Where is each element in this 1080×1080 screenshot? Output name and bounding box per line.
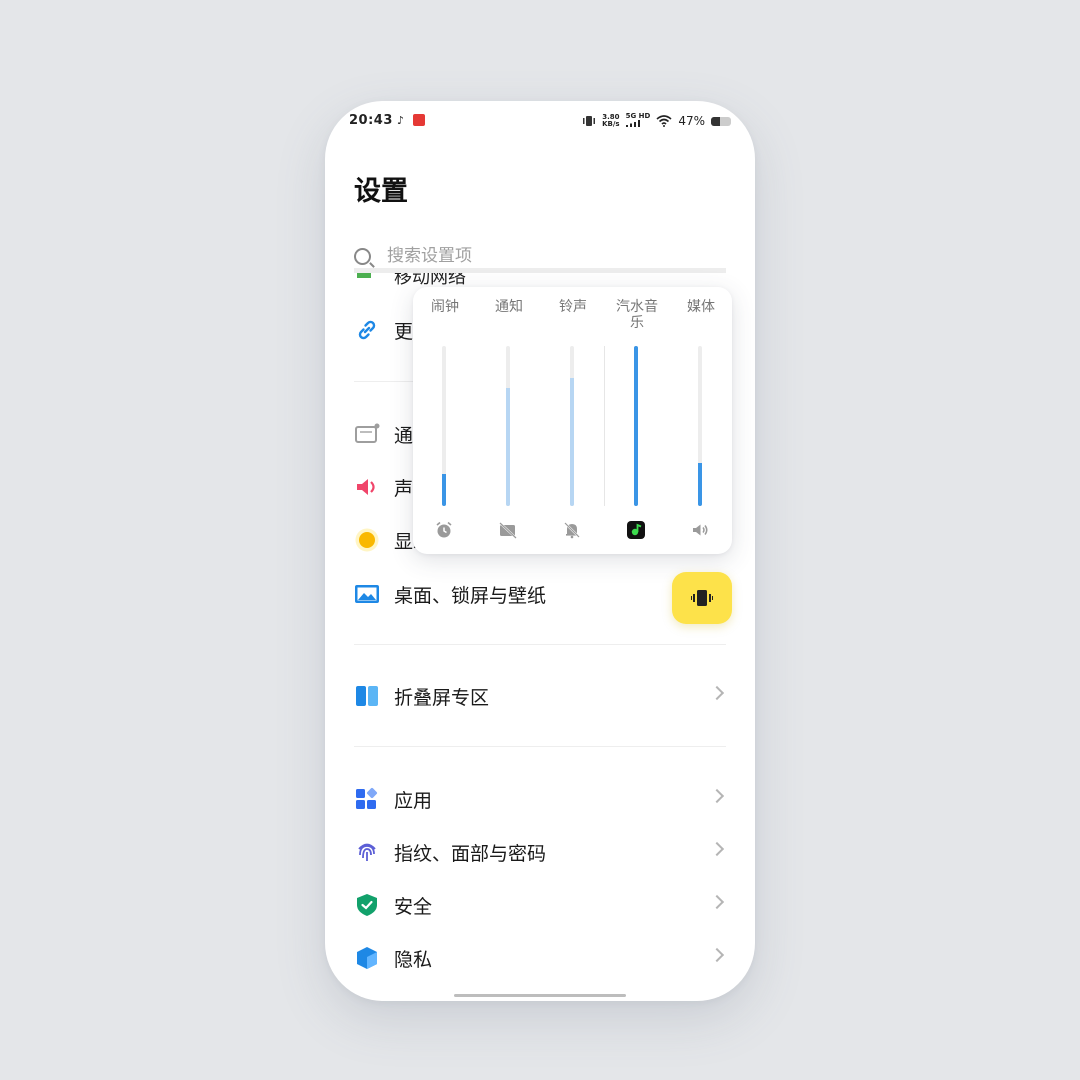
wifi-icon — [656, 115, 672, 127]
mobile-network-icon — [357, 273, 371, 278]
volume-panel: 闹钟 通知 铃声 汽水音乐 媒体 — [413, 287, 732, 554]
settings-item-label: 应用 — [394, 789, 433, 812]
volume-level — [506, 387, 510, 506]
music-note-icon: ♪ — [397, 114, 405, 127]
chevron-right-icon — [709, 685, 725, 701]
section-divider — [354, 644, 726, 645]
settings-item-privacy[interactable]: 隐私 — [354, 938, 726, 978]
battery-fill — [711, 116, 721, 126]
settings-item-foldable[interactable]: 折叠屏专区 — [354, 676, 726, 716]
network-speed: 3.80 KB/s — [602, 114, 619, 128]
chevron-right-icon — [709, 841, 725, 857]
volume-level — [634, 346, 638, 506]
volume-channel-media[interactable]: 媒体 — [669, 287, 733, 554]
volume-channel-qishui-music[interactable]: 汽水音乐 — [605, 287, 669, 554]
bell-muted-icon — [563, 521, 581, 539]
fingerprint-icon — [354, 839, 380, 865]
volume-level — [442, 474, 446, 506]
settings-item-label: 指纹、面部与密码 — [394, 842, 547, 865]
battery-icon — [711, 116, 731, 126]
volume-channel-ringtone[interactable]: 铃声 — [541, 287, 605, 554]
home-indicator[interactable] — [454, 994, 626, 997]
volume-channel-label: 铃声 — [559, 299, 587, 315]
settings-item-mobile-network-partial[interactable]: 移动网络 — [354, 273, 554, 287]
volume-channel-notification[interactable]: 通知 — [477, 287, 541, 554]
volume-channel-alarm[interactable]: 闹钟 — [413, 287, 477, 554]
vibrate-icon — [691, 590, 713, 606]
settings-item-label: 桌面、锁屏与壁纸 — [394, 584, 547, 607]
signal-indicator: 5G HD — [625, 112, 651, 129]
settings-item-security[interactable]: 安全 — [354, 885, 726, 925]
settings-item-label: 安全 — [394, 895, 433, 918]
volume-slider[interactable] — [442, 346, 446, 506]
sound-icon — [354, 474, 380, 500]
qishui-music-app-icon — [627, 521, 645, 539]
status-time: 20:43 — [349, 113, 393, 128]
volume-slider[interactable] — [698, 346, 702, 506]
volume-channel-label: 汽水音乐 — [616, 299, 658, 331]
foldable-screen-icon — [354, 683, 380, 709]
settings-item-label: 移动网络 — [394, 273, 466, 287]
settings-item-label: 折叠屏专区 — [394, 686, 490, 709]
brightness-icon — [354, 527, 380, 553]
signal-label: 5G HD — [625, 112, 651, 120]
vibrate-status-icon — [583, 116, 596, 126]
network-speed-unit: KB/s — [602, 120, 620, 128]
volume-channel-label: 闹钟 — [431, 299, 459, 315]
notification-muted-icon — [499, 521, 517, 539]
volume-level — [698, 462, 702, 506]
notification-icon — [354, 421, 380, 447]
chevron-right-icon — [709, 788, 725, 804]
settings-item-apps[interactable]: 应用 — [354, 779, 726, 819]
settings-item-desktop-wallpaper[interactable]: 桌面、锁屏与壁纸 — [354, 574, 726, 614]
battery-percent: 47% — [678, 114, 705, 128]
page-title: 设置 — [354, 176, 408, 207]
alarm-clock-icon — [435, 521, 453, 539]
status-bar: 20:43 ♪ 3.80 KB/s 5G HD 47% — [325, 101, 755, 141]
volume-channel-label: 媒体 — [687, 299, 715, 315]
settings-item-biometrics[interactable]: 指纹、面部与密码 — [354, 832, 726, 872]
search-input[interactable] — [387, 246, 687, 266]
apps-icon — [354, 786, 380, 812]
volume-slider[interactable] — [570, 346, 574, 506]
signal-bars-icon — [625, 120, 640, 127]
ringer-mode-vibrate-button[interactable] — [672, 572, 732, 624]
search-icon — [354, 247, 371, 265]
volume-level — [570, 378, 574, 506]
volume-slider[interactable] — [506, 346, 510, 506]
speaker-icon — [691, 521, 709, 539]
chevron-right-icon — [709, 947, 725, 963]
settings-item-label: 隐私 — [394, 948, 433, 971]
section-divider — [354, 746, 726, 747]
privacy-cube-icon — [354, 945, 380, 971]
link-icon — [354, 317, 380, 343]
search-bar[interactable] — [354, 241, 726, 271]
wallpaper-icon — [354, 581, 380, 607]
status-right-cluster: 3.80 KB/s 5G HD 47% — [582, 113, 731, 129]
netease-music-notification-icon — [413, 114, 425, 126]
volume-slider[interactable] — [634, 346, 638, 506]
shield-icon — [354, 892, 380, 918]
volume-channel-label: 通知 — [495, 299, 523, 315]
chevron-right-icon — [709, 894, 725, 910]
